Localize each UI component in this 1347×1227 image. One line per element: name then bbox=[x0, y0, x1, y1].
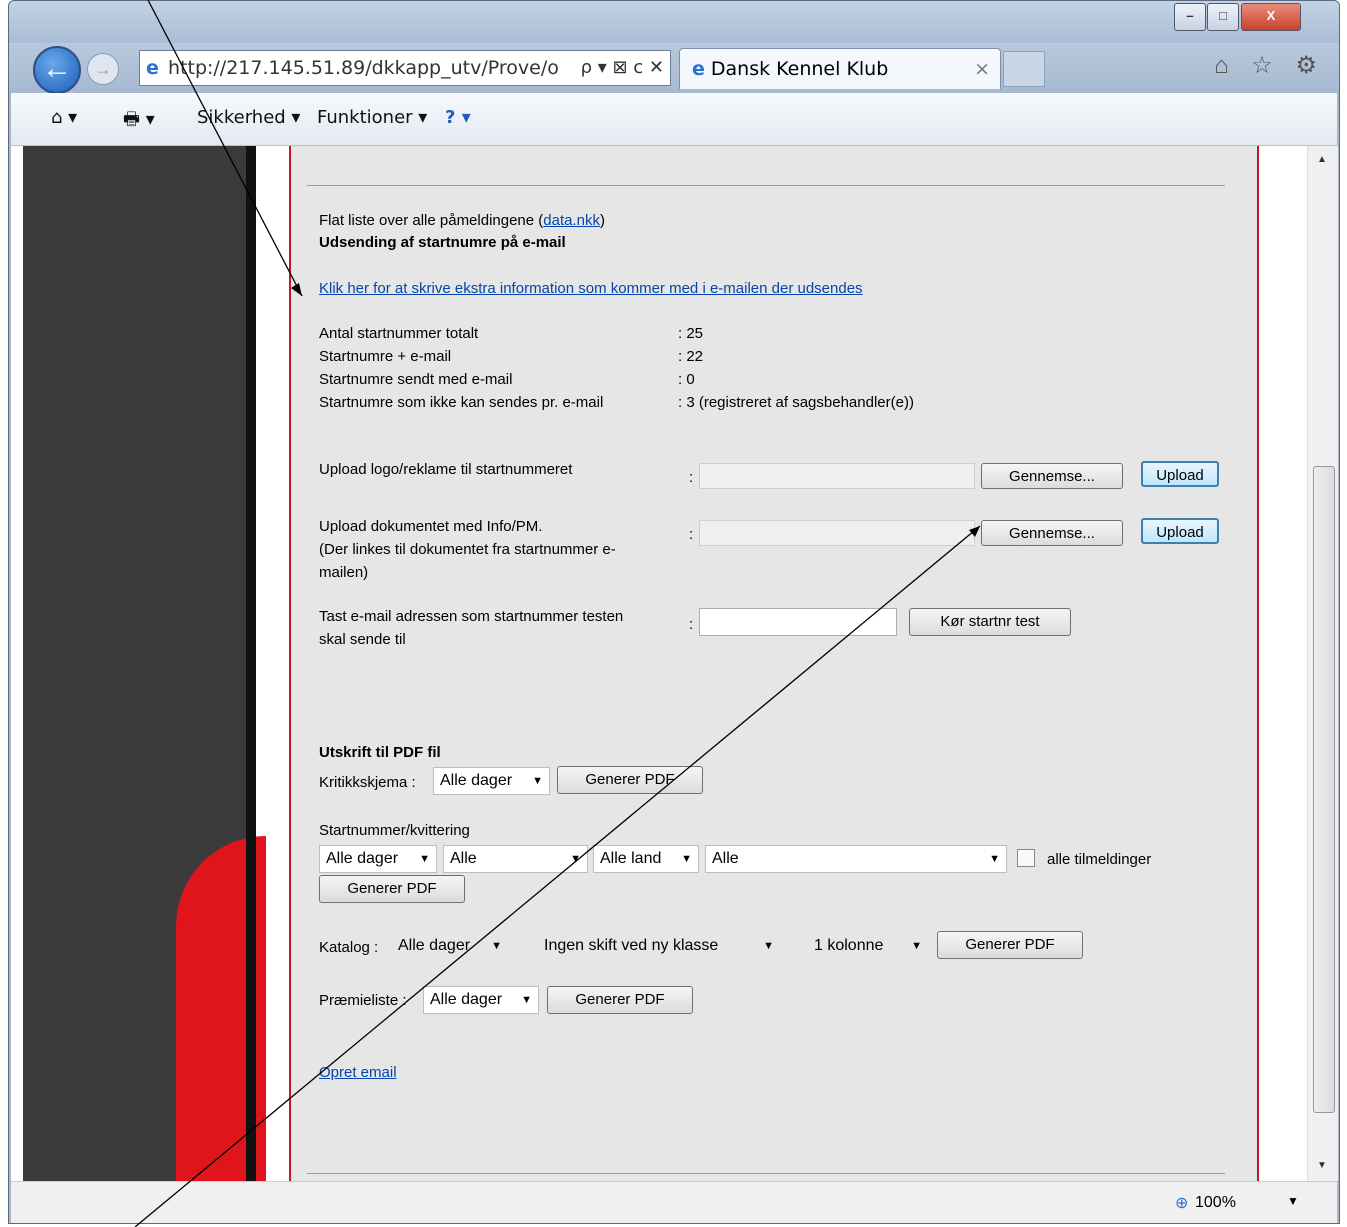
upload-logo-label: Upload logo/reklame til startnummeret bbox=[319, 461, 573, 478]
tab-dansk-kennel-klub[interactable]: e Dansk Kennel Klub × bbox=[679, 48, 1001, 89]
create-email-link[interactable]: Opret email bbox=[319, 1064, 397, 1081]
upload-doc-label: Upload dokumentet med Info/PM. bbox=[319, 518, 543, 535]
back-arrow-icon[interactable]: ← bbox=[33, 46, 81, 94]
colon: : bbox=[689, 526, 694, 543]
chevron-down-icon: ▼ bbox=[989, 853, 1000, 865]
address-tools[interactable]: ρ ▾ ⊠ c ✕ bbox=[574, 51, 664, 85]
status-bar: ⊕ 100% ▼ bbox=[11, 1181, 1337, 1223]
startnr-class-select[interactable]: Alle ▼ bbox=[443, 845, 588, 873]
chevron-down-icon: ▼ bbox=[763, 940, 774, 952]
tools-menu[interactable]: Funktioner ▾ bbox=[317, 107, 427, 128]
all-registrations-checkbox[interactable] bbox=[1017, 849, 1035, 867]
stat-value: : 3 (registreret af sagsbehandler(e)) bbox=[678, 394, 914, 411]
stat-value: : 0 bbox=[678, 371, 695, 388]
colon: : bbox=[689, 469, 694, 486]
divider-bottom bbox=[307, 1173, 1225, 1174]
stat-label: Antal startnummer totalt bbox=[319, 325, 479, 342]
generate-pdf-premie-button[interactable]: Generer PDF bbox=[547, 986, 693, 1014]
home-favorites-settings-icons[interactable]: ⌂ ☆ ⚙ bbox=[1214, 51, 1325, 80]
print-icon[interactable]: 🖶 ▾ bbox=[123, 107, 155, 137]
flat-list-line: Flat liste over alle påmeldingene (data.… bbox=[319, 212, 606, 229]
title-bar: – □ X bbox=[9, 1, 1339, 43]
generate-pdf-katalog-button[interactable]: Generer PDF bbox=[937, 931, 1083, 959]
stat-label: Startnumre + e-mail bbox=[319, 348, 452, 365]
stat-value: : 25 bbox=[678, 325, 704, 342]
chevron-down-icon: ▼ bbox=[532, 775, 543, 787]
main-panel: Flat liste over alle påmeldingene (data.… bbox=[289, 146, 1259, 1181]
upload-doc-label: (Der linkes til dokumentet fra startnumm… bbox=[319, 541, 616, 558]
startnr-country-select[interactable]: Alle land ▼ bbox=[593, 845, 699, 873]
zoom-dropdown-icon[interactable]: ▼ bbox=[1287, 1194, 1299, 1208]
page-content: Flat liste over alle påmeldingene (data.… bbox=[11, 146, 1307, 1181]
vertical-scrollbar[interactable]: ▲ ▼ bbox=[1307, 146, 1338, 1181]
chevron-down-icon: ▼ bbox=[911, 940, 922, 952]
generate-pdf-kritikk-button[interactable]: Generer PDF bbox=[557, 766, 703, 794]
email-heading: Udsending af startnumre på e-mail bbox=[319, 234, 566, 251]
startnr-day-select[interactable]: Alle dager ▼ bbox=[319, 845, 437, 873]
startnr-label: Startnummer/kvittering bbox=[319, 822, 470, 839]
generate-pdf-startnr-button[interactable]: Generer PDF bbox=[319, 875, 465, 903]
home-icon[interactable]: ⌂ ▾ bbox=[51, 107, 77, 128]
security-menu[interactable]: Sikkerhed ▾ bbox=[197, 107, 300, 128]
browse-doc-button[interactable]: Gennemse... bbox=[981, 520, 1123, 546]
black-stripe bbox=[246, 146, 256, 1181]
upload-doc-label: mailen) bbox=[319, 564, 369, 581]
minimize-button[interactable]: – bbox=[1174, 3, 1206, 31]
katalog-label: Katalog : bbox=[319, 939, 379, 956]
stat-label: Startnumre sendt med e-mail bbox=[319, 371, 513, 388]
tab-title: Dansk Kennel Klub bbox=[710, 58, 889, 80]
logo-file-input[interactable] bbox=[699, 463, 975, 489]
address-url: http://217.145.51.89/dkkapp_utv/Prove/o bbox=[168, 57, 559, 79]
extra-info-link[interactable]: Klik her for at skrive ekstra informatio… bbox=[319, 280, 863, 297]
address-bar[interactable]: e http://217.145.51.89/dkkapp_utv/Prove/o… bbox=[139, 50, 671, 86]
ie-logo-icon: e bbox=[146, 57, 159, 79]
chevron-down-icon: ▼ bbox=[681, 853, 692, 865]
browse-logo-button[interactable]: Gennemse... bbox=[981, 463, 1123, 489]
command-bar: ⌂ ▾ 🖶 ▾ Sikkerhed ▾ Funktioner ▾ ? ▾ bbox=[11, 93, 1337, 146]
stat-value: : 22 bbox=[678, 348, 704, 365]
doc-file-input[interactable] bbox=[699, 520, 975, 546]
tab-close-icon[interactable]: × bbox=[974, 49, 990, 89]
chevron-down-icon: ▼ bbox=[491, 940, 502, 952]
colon: : bbox=[689, 616, 694, 633]
premie-label: Præmieliste : bbox=[319, 992, 407, 1009]
zoom-level[interactable]: 100% bbox=[1195, 1194, 1236, 1212]
all-registrations-label: alle tilmeldinger bbox=[1047, 851, 1152, 868]
ie-tab-icon: e bbox=[692, 58, 705, 80]
test-email-label: Tast e-mail adressen som startnummer tes… bbox=[319, 608, 624, 625]
help-icon[interactable]: ? ▾ bbox=[445, 107, 471, 128]
katalog-skift-select[interactable]: Ingen skift ved ny klasse ▼ bbox=[537, 932, 781, 960]
scroll-down-icon[interactable]: ▼ bbox=[1317, 1160, 1327, 1171]
zoom-icon: ⊕ bbox=[1175, 1195, 1189, 1212]
close-window-button[interactable]: X bbox=[1241, 3, 1301, 31]
upload-logo-button[interactable]: Upload bbox=[1141, 461, 1219, 487]
premie-day-select[interactable]: Alle dager ▼ bbox=[423, 986, 539, 1014]
divider-top bbox=[307, 185, 1225, 186]
pdf-heading: Utskrift til PDF fil bbox=[319, 744, 441, 761]
new-tab-button[interactable] bbox=[1003, 51, 1045, 87]
run-test-button[interactable]: Kør startnr test bbox=[909, 608, 1071, 636]
katalog-column-select[interactable]: 1 kolonne ▼ bbox=[807, 932, 929, 960]
maximize-button[interactable]: □ bbox=[1207, 3, 1239, 31]
browser-window: – □ X ← → e http://217.145.51.89/dkkapp_u… bbox=[8, 0, 1340, 1224]
katalog-day-select[interactable]: Alle dager ▼ bbox=[391, 932, 509, 960]
test-email-input[interactable] bbox=[699, 608, 897, 636]
chevron-down-icon: ▼ bbox=[521, 994, 532, 1006]
test-email-label: skal sende til bbox=[319, 631, 406, 648]
stat-label: Startnumre som ikke kan sendes pr. e-mai… bbox=[319, 394, 604, 411]
startnr-other-select[interactable]: Alle ▼ bbox=[705, 845, 1007, 873]
kritikk-label: Kritikkskjema : bbox=[319, 774, 416, 791]
upload-doc-button[interactable]: Upload bbox=[1141, 518, 1219, 544]
chevron-down-icon: ▼ bbox=[570, 853, 581, 865]
forward-arrow-icon[interactable]: → bbox=[87, 53, 119, 85]
data-nkk-link[interactable]: data.nkk bbox=[543, 212, 600, 229]
navigation-bar: ← → e http://217.145.51.89/dkkapp_utv/Pro… bbox=[9, 43, 1339, 94]
kritikk-day-select[interactable]: Alle dager ▼ bbox=[433, 767, 550, 795]
scroll-thumb[interactable] bbox=[1313, 466, 1335, 1113]
scroll-up-icon[interactable]: ▲ bbox=[1317, 154, 1327, 165]
chevron-down-icon: ▼ bbox=[419, 853, 430, 865]
